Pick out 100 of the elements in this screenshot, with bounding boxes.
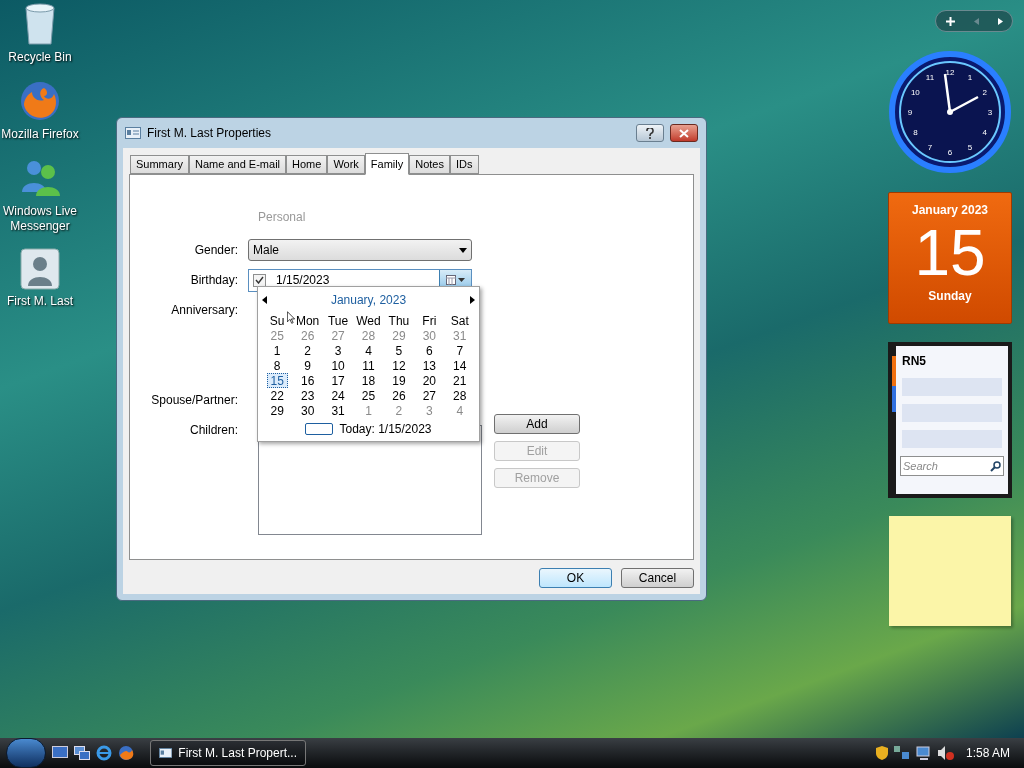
calendar-day[interactable]: 3: [330, 343, 346, 358]
calendar-day[interactable]: 5: [391, 343, 407, 358]
notes-search-field[interactable]: Search: [900, 456, 1004, 476]
shield-icon[interactable]: [875, 746, 888, 760]
taskbar-button[interactable]: First M. Last Propert...: [150, 740, 306, 766]
computer-icon[interactable]: [915, 746, 932, 760]
weekday-label: Sat: [450, 313, 469, 328]
network-icon[interactable]: [893, 746, 910, 760]
calendar-day[interactable]: 1: [269, 343, 285, 358]
tab[interactable]: Name and E-mail: [189, 155, 287, 174]
calendar-day[interactable]: 29: [388, 328, 410, 343]
tab[interactable]: Work: [327, 155, 365, 174]
desktop-icon[interactable]: [52, 746, 68, 760]
calendar-day[interactable]: 9: [300, 358, 315, 373]
today-link[interactable]: Today: 1/15/2023: [339, 420, 432, 438]
calendar-day[interactable]: 19: [388, 373, 410, 388]
mouse-cursor-icon: [287, 311, 295, 324]
calendar-day[interactable]: 22: [266, 388, 288, 403]
calendar-day[interactable]: 3: [422, 403, 437, 418]
calendar-day[interactable]: 26: [388, 388, 410, 403]
calendar-day[interactable]: 28: [357, 328, 380, 343]
clock-time[interactable]: 1:58 AM: [965, 744, 1010, 762]
calendar-day[interactable]: 7: [452, 343, 468, 358]
calendar-day[interactable]: 25: [357, 388, 380, 403]
gender-dropdown[interactable]: Male: [248, 239, 472, 261]
calendar-day[interactable]: 12: [388, 358, 410, 373]
firefox-icon[interactable]: [118, 745, 134, 761]
weekday-label: Fri: [422, 313, 437, 328]
calendar-day[interactable]: 27: [418, 388, 441, 403]
calendar-day-number: 15: [914, 219, 986, 287]
contact-card-icon: [125, 127, 141, 139]
muted-speaker-icon[interactable]: [937, 746, 954, 760]
section-label: Personal: [258, 210, 306, 224]
desktop-icon-label[interactable]: Windows Live Messenger: [0, 204, 80, 234]
calendar-weekday: Sunday: [928, 288, 972, 305]
date-value: 1/15/2023: [276, 272, 331, 289]
desktop-icon-label[interactable]: Recycle Bin: [8, 50, 72, 65]
caret-icon: [459, 247, 467, 253]
tab[interactable]: Home: [286, 155, 328, 174]
calendar-day[interactable]: 15: [266, 373, 288, 388]
windows-icon[interactable]: [74, 746, 90, 760]
contact-icon: [20, 248, 60, 290]
search-placeholder: Search: [903, 458, 939, 474]
dialog-button[interactable]: Add: [494, 414, 580, 434]
calendar-day[interactable]: 11: [358, 358, 379, 373]
calendar-day[interactable]: 16: [296, 373, 319, 388]
field-label: Children:: [188, 422, 239, 439]
browser-icon[interactable]: [96, 745, 112, 761]
help-button[interactable]: [636, 124, 664, 142]
clock-numeral: 1: [967, 73, 973, 83]
calendar-day[interactable]: 4: [361, 343, 376, 358]
desktop-icon-label[interactable]: Mozilla Firefox: [1, 127, 79, 142]
weekday-label: Su: [269, 313, 285, 328]
today-marker: [305, 423, 334, 435]
calendar-day[interactable]: 2: [300, 343, 315, 358]
clock-numeral: 7: [927, 142, 933, 152]
start-button[interactable]: [6, 738, 46, 768]
notes-gadget[interactable]: RN5 Search: [888, 342, 1012, 498]
firefox-icon: [18, 79, 62, 123]
clock-gadget[interactable]: 12 1 2 3 4 5 6 7 8 9 10 11: [888, 50, 1012, 174]
add-icon[interactable]: [945, 16, 955, 26]
close-button[interactable]: [670, 124, 698, 142]
calendar-day[interactable]: 8: [269, 358, 285, 373]
clock-numeral: 2: [982, 88, 987, 97]
calendar-day[interactable]: 25: [266, 328, 288, 343]
calendar-day[interactable]: 6: [422, 343, 437, 358]
calendar-gadget[interactable]: January 2023 15 Sunday: [888, 192, 1012, 324]
next-month-icon[interactable]: [470, 296, 475, 304]
desktop-icon-label[interactable]: First M. Last: [7, 294, 73, 309]
date-checkbox[interactable]: [253, 273, 266, 287]
month-title[interactable]: January, 2023: [267, 291, 470, 309]
tab[interactable]: Family: [364, 153, 410, 175]
dialog-button[interactable]: OK: [539, 568, 612, 588]
calendar-day[interactable]: 29: [266, 403, 288, 418]
calendar-day[interactable]: 30: [418, 328, 441, 343]
calendar-day[interactable]: 28: [449, 388, 471, 403]
calendar-day[interactable]: 20: [418, 373, 441, 388]
calendar-day[interactable]: 31: [449, 328, 471, 343]
tab[interactable]: Notes: [409, 155, 450, 174]
next-icon[interactable]: [997, 17, 1003, 25]
calendar-day[interactable]: 24: [327, 388, 349, 403]
calendar-day[interactable]: 30: [296, 403, 319, 418]
calendar-day[interactable]: 2: [391, 403, 407, 418]
field-label: Birthday:: [189, 272, 239, 289]
calendar-month: January 2023: [911, 202, 989, 219]
tab[interactable]: IDs: [450, 155, 479, 174]
calendar-day[interactable]: 18: [357, 373, 380, 388]
dialog-button[interactable]: Cancel: [621, 568, 694, 588]
close-icon: [679, 128, 689, 138]
calendar-day[interactable]: 14: [449, 358, 471, 373]
calendar-day[interactable]: 26: [296, 328, 319, 343]
calendar-day[interactable]: 31: [327, 403, 349, 418]
calendar-day[interactable]: 23: [296, 388, 319, 403]
calendar-day[interactable]: 17: [327, 373, 349, 388]
tab[interactable]: Summary: [130, 155, 190, 174]
calendar-day[interactable]: 21: [449, 373, 471, 388]
calendar-day[interactable]: 13: [418, 358, 441, 373]
calendar-day[interactable]: 10: [327, 358, 349, 373]
question-mark-icon: [646, 127, 654, 139]
previous-month-icon[interactable]: [262, 296, 267, 304]
